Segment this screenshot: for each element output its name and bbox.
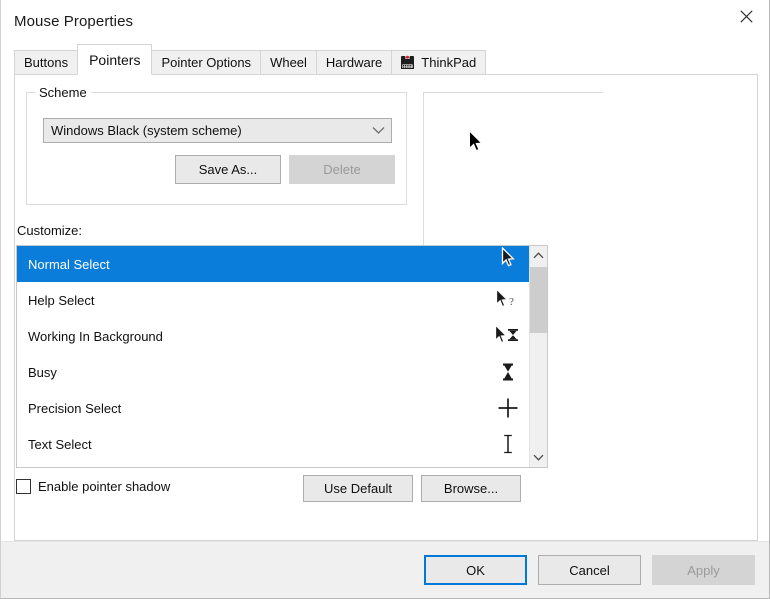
chevron-down-icon (533, 454, 544, 461)
list-item-label: Text Select (28, 436, 92, 452)
arrow-hourglass-cursor-icon (487, 324, 529, 346)
list-item-label: Help Select (28, 292, 95, 308)
browse-button[interactable]: Browse... (421, 475, 521, 502)
save-as-label: Save As... (198, 162, 258, 177)
customize-label: Customize: (17, 223, 83, 238)
title-bar: Mouse Properties (1, 0, 769, 42)
pointer-list-items: Normal Select Help Select ? Working In B… (17, 246, 529, 467)
arrow-help-cursor-icon: ? (487, 288, 529, 310)
use-default-label: Use Default (324, 481, 392, 496)
scrollbar-thumb[interactable] (530, 267, 547, 333)
tab-thinkpad[interactable]: ThinkPad (391, 50, 487, 74)
tab-strip: Buttons Pointers Pointer Options Wheel H… (1, 42, 769, 75)
tab-label: ThinkPad (421, 54, 477, 70)
pointer-list-scrollbar[interactable] (529, 246, 547, 467)
tab-pointers[interactable]: Pointers (77, 44, 153, 75)
ok-button[interactable]: OK (424, 555, 527, 585)
crosshair-cursor-icon (487, 397, 529, 419)
tab-wheel[interactable]: Wheel (260, 50, 317, 74)
chevron-up-icon (533, 252, 544, 259)
thinkpad-icon (401, 55, 415, 69)
list-item-working-in-background[interactable]: Working In Background (17, 318, 529, 354)
save-as-button[interactable]: Save As... (175, 155, 281, 184)
cancel-label: Cancel (569, 562, 610, 578)
scheme-group-legend: Scheme (35, 85, 91, 100)
ok-label: OK (466, 562, 485, 578)
list-item-precision-select[interactable]: Precision Select (17, 390, 529, 426)
list-item-normal-select[interactable]: Normal Select (17, 246, 529, 282)
arrow-cursor-icon (469, 130, 483, 152)
enable-pointer-shadow-checkbox[interactable]: Enable pointer shadow (16, 479, 170, 494)
apply-label: Apply (687, 562, 720, 578)
delete-button: Delete (289, 155, 395, 184)
cancel-button[interactable]: Cancel (538, 555, 641, 585)
tab-hardware[interactable]: Hardware (315, 50, 393, 74)
list-item-label: Busy (28, 364, 57, 380)
tab-label: Pointer Options (161, 55, 252, 70)
scheme-dropdown-arrow[interactable] (365, 126, 391, 135)
checkbox-label: Enable pointer shadow (38, 479, 171, 494)
hourglass-cursor-icon (487, 362, 529, 382)
tab-label: Buttons (24, 55, 69, 70)
pointer-list[interactable]: Normal Select Help Select ? Working In B… (16, 245, 548, 468)
mouse-properties-dialog: Mouse Properties Buttons Pointers Pointe… (0, 0, 770, 599)
tab-label: Hardware (325, 55, 383, 70)
window-title: Mouse Properties (14, 12, 134, 30)
apply-button: Apply (652, 555, 755, 585)
scheme-group: Scheme Windows Black (system scheme) Sav… (26, 85, 407, 205)
pointers-tab-page: Scheme Windows Black (system scheme) Sav… (14, 74, 758, 541)
tab-buttons[interactable]: Buttons (14, 50, 79, 74)
list-item-label: Precision Select (28, 400, 122, 416)
svg-text:?: ? (509, 296, 514, 308)
chevron-down-icon (372, 127, 384, 134)
list-item-busy[interactable]: Busy (17, 354, 529, 390)
list-item-label: Normal Select (28, 256, 110, 272)
use-default-button[interactable]: Use Default (303, 475, 413, 502)
scheme-combobox[interactable]: Windows Black (system scheme) (43, 118, 392, 143)
browse-label: Browse... (443, 481, 499, 496)
tab-label: Wheel (270, 55, 307, 70)
scrollbar-down-button[interactable] (530, 448, 547, 467)
checkbox-box[interactable] (16, 479, 31, 494)
tab-label: Pointers (89, 52, 141, 68)
tab-pointer-options[interactable]: Pointer Options (151, 50, 262, 74)
list-item-text-select[interactable]: Text Select (17, 426, 529, 462)
dialog-footer: OK Cancel Apply (1, 541, 769, 598)
delete-label: Delete (323, 162, 361, 177)
arrow-cursor-icon (487, 247, 529, 269)
scrollbar-track[interactable] (530, 265, 547, 448)
list-item-help-select[interactable]: Help Select ? (17, 282, 529, 318)
scheme-selected-value: Windows Black (system scheme) (51, 123, 242, 138)
ibeam-cursor-icon (487, 433, 529, 455)
close-button[interactable] (723, 0, 769, 32)
close-icon (739, 9, 753, 23)
scrollbar-up-button[interactable] (530, 246, 547, 265)
list-item-label: Working In Background (28, 328, 163, 344)
